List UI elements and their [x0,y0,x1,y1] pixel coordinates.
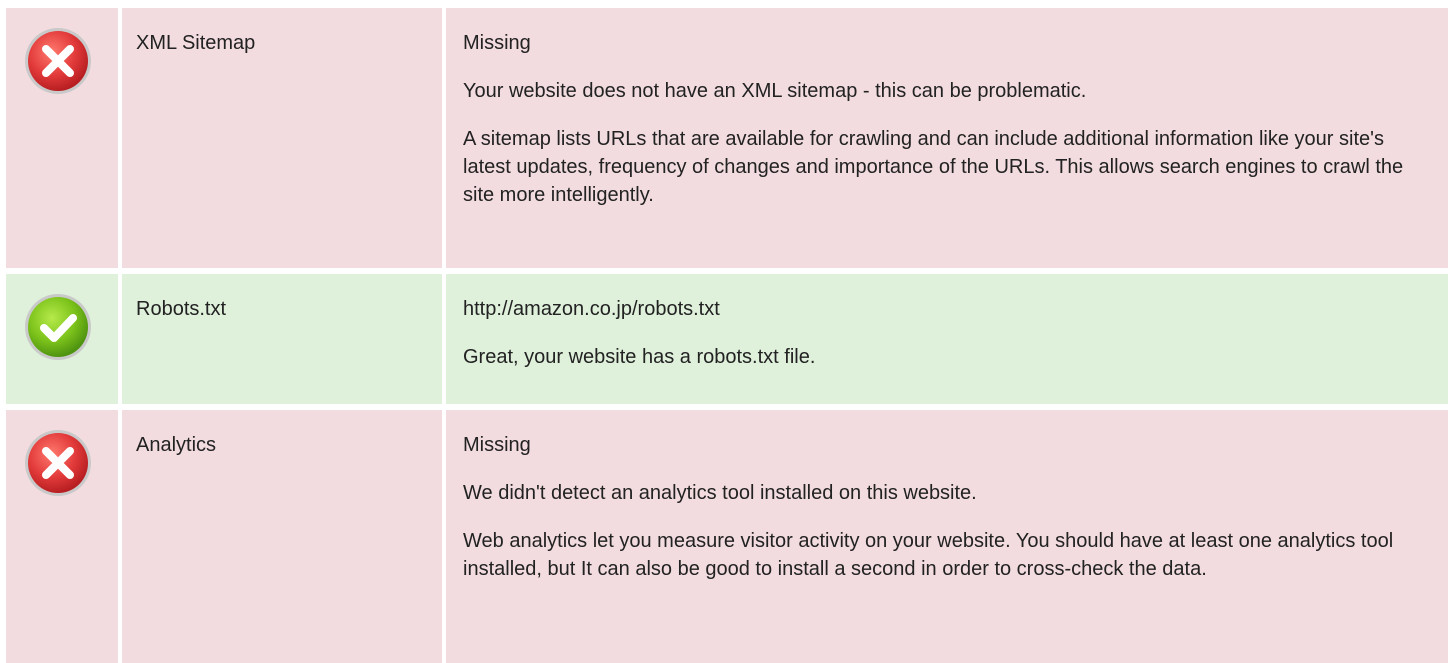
check-value: http://amazon.co.jp/robots.txt [463,298,720,320]
check-name: Analytics [136,434,217,456]
check-explanation: Web analytics let you measure visitor ac… [463,530,1394,580]
success-icon [25,294,91,360]
check-name-cell: XML Sitemap [122,8,442,268]
error-icon [25,430,91,496]
check-row-analytics: Analytics Missing We didn't detect an an… [0,410,1448,663]
check-summary: Great, your website has a robots.txt fil… [463,346,816,368]
status-icon-cell [6,8,118,268]
check-detail-cell: Missing Your website does not have an XM… [446,8,1448,268]
check-summary: Your website does not have an XML sitema… [463,80,1087,102]
check-detail-cell: Missing We didn't detect an analytics to… [446,410,1448,663]
check-name: Robots.txt [136,298,227,320]
check-value: Missing [463,32,531,54]
check-explanation: A sitemap lists URLs that are available … [463,128,1404,206]
status-icon-cell [6,274,118,404]
check-row-robots-txt: Robots.txt http://amazon.co.jp/robots.tx… [0,274,1448,404]
check-detail-cell: http://amazon.co.jp/robots.txt Great, yo… [446,274,1448,404]
check-value: Missing [463,434,531,456]
check-name: XML Sitemap [136,32,256,54]
check-summary: We didn't detect an analytics tool insta… [463,482,977,504]
check-name-cell: Robots.txt [122,274,442,404]
status-icon-cell [6,410,118,663]
seo-report: XML Sitemap Missing Your website does no… [0,0,1448,663]
check-row-xml-sitemap: XML Sitemap Missing Your website does no… [0,8,1448,268]
error-icon [25,28,91,94]
check-name-cell: Analytics [122,410,442,663]
